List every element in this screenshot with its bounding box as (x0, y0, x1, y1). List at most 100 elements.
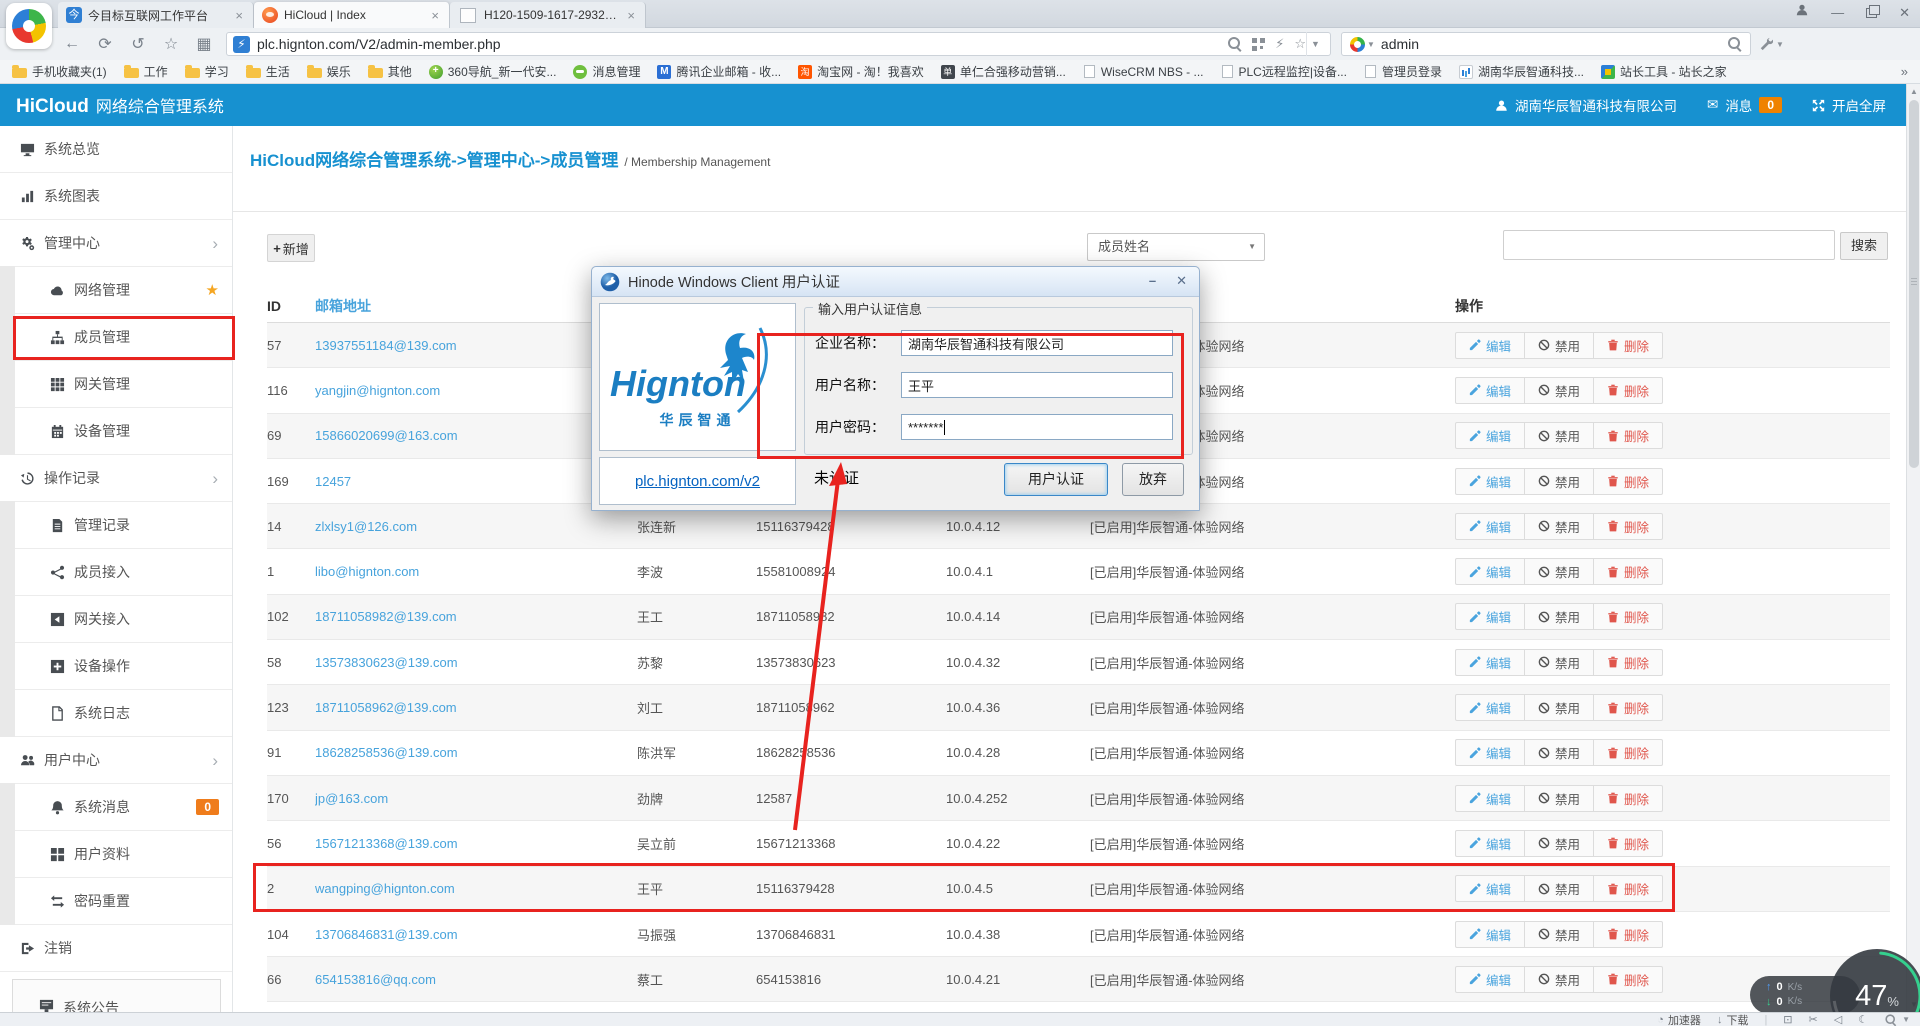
table-row[interactable]: 2 wangping@hignton.com 王平 15116379428 10… (267, 867, 1890, 912)
address-bar[interactable]: ⚡ plc.hignton.com/V2/admin-member.php ⚡ … (226, 32, 1331, 56)
delete-button[interactable]: 删除 (1594, 603, 1663, 630)
disable-button[interactable]: 禁用 (1525, 921, 1594, 948)
cell-email-link[interactable]: 18711058982@139.com (315, 609, 637, 624)
authenticate-button[interactable]: 用户认证 (1004, 463, 1108, 496)
download-button[interactable]: ↓ 下载 (1717, 1012, 1749, 1026)
zoom-icon[interactable] (1228, 37, 1242, 51)
edit-button[interactable]: 编辑 (1455, 422, 1525, 449)
edit-button[interactable]: 编辑 (1455, 921, 1525, 948)
bookmark-item[interactable]: 360导航_新一代安... (429, 63, 557, 80)
sidebar-item-成员管理[interactable]: 成员管理 (0, 314, 232, 361)
sidebar-item-注销[interactable]: 注销 (0, 925, 232, 972)
url-dropdown-icon[interactable]: ▼ (1306, 32, 1324, 56)
disable-button[interactable]: 禁用 (1525, 875, 1594, 902)
cell-email-link[interactable]: 18628258536@139.com (315, 745, 637, 760)
edit-button[interactable]: 编辑 (1455, 377, 1525, 404)
browser-tab[interactable]: H120-1509-1617-2932-77 × (450, 2, 646, 28)
scroll-up-icon[interactable]: ▲ (1907, 87, 1920, 96)
bookmarks-overflow-icon[interactable]: » (1901, 64, 1908, 79)
bookmark-item[interactable]: 湖南华辰智通科技... (1459, 63, 1584, 80)
bookmark-item[interactable]: 消息管理 (573, 63, 640, 80)
accelerator-button[interactable]: ◔ 加速器 (1657, 1012, 1701, 1026)
table-row[interactable]: 1 libo@hignton.com 李波 15581008924 10.0.4… (267, 549, 1890, 594)
bookmark-item[interactable]: 手机收藏夹(1) (12, 63, 107, 80)
disable-button[interactable]: 禁用 (1525, 468, 1594, 495)
delete-button[interactable]: 删除 (1594, 875, 1663, 902)
cell-email-link[interactable]: 18711058962@139.com (315, 700, 637, 715)
sidebar-item-设备操作[interactable]: 设备操作 (0, 643, 232, 690)
lightning-icon[interactable]: ⚡ (1275, 36, 1284, 52)
bookmark-item[interactable]: PLC远程监控|设备... (1221, 63, 1347, 80)
table-row[interactable]: 123 18711058962@139.com 刘工 18711058962 1… (267, 685, 1890, 730)
delete-button[interactable]: 删除 (1594, 558, 1663, 585)
cell-email-link[interactable]: 15671213368@139.com (315, 836, 637, 851)
bookmark-item[interactable]: 管理员登录 (1364, 63, 1442, 80)
search-button[interactable]: 搜索 (1840, 232, 1888, 260)
company-menu[interactable]: 湖南华辰智通科技有限公司 (1495, 95, 1677, 115)
disable-button[interactable]: 禁用 (1525, 603, 1594, 630)
disable-button[interactable]: 禁用 (1525, 785, 1594, 812)
dialog-titlebar[interactable]: Hinode Windows Client 用户认证 – ✕ (592, 267, 1199, 297)
bookmark-item[interactable]: 工作 (124, 63, 168, 80)
bookmark-item[interactable]: 淘宝网 - 淘！我喜欢 (798, 63, 924, 80)
table-row[interactable]: 102 18711058982@139.com 王工 18711058982 1… (267, 595, 1890, 640)
sidebar-item-系统公告[interactable]: 系统公告 (12, 979, 221, 1012)
table-row[interactable]: 58 13573830623@139.com 苏黎 13573830623 10… (267, 640, 1890, 685)
cell-email-link[interactable]: yangjin@hignton.com (315, 383, 637, 398)
announce-icon[interactable]: ◁ (1834, 1013, 1842, 1026)
bookmark-item[interactable]: 生活 (246, 63, 290, 80)
delete-button[interactable]: 删除 (1594, 422, 1663, 449)
search-box[interactable]: ▼ admin (1341, 32, 1751, 56)
page-scrollbar[interactable]: ▲ ▼ (1906, 84, 1920, 1012)
cell-email-link[interactable]: 654153816@qq.com (315, 972, 637, 987)
cell-email-link[interactable]: 15866020699@163.com (315, 428, 637, 443)
bookmark-item[interactable]: 娱乐 (307, 63, 351, 80)
messages-menu[interactable]: ✉ 消息 0 (1707, 95, 1782, 115)
cell-email-link[interactable]: zlxlsy1@126.com (315, 519, 637, 534)
edit-button[interactable]: 编辑 (1455, 468, 1525, 495)
night-mode-icon[interactable]: ☾ (1858, 1013, 1868, 1026)
back-icon[interactable]: ← (62, 35, 82, 53)
restore-icon[interactable]: ↺ (128, 34, 148, 54)
sidebar-item-系统总览[interactable]: 系统总览 (0, 126, 232, 173)
browser-account-icon[interactable] (1795, 3, 1809, 22)
disable-button[interactable]: 禁用 (1525, 513, 1594, 540)
reload-icon[interactable]: ⟳ (95, 34, 115, 54)
sidebar-item-系统日志[interactable]: 系统日志 (0, 690, 232, 737)
tab-close-icon[interactable]: × (233, 8, 245, 23)
cell-email-link[interactable]: 13706846831@139.com (315, 927, 637, 942)
delete-button[interactable]: 删除 (1594, 468, 1663, 495)
sidebar-item-密码重置[interactable]: 密码重置 (0, 878, 232, 925)
sidebar-item-系统消息[interactable]: 系统消息 0 (0, 784, 232, 831)
cell-email-link[interactable]: 13573830623@139.com (315, 655, 637, 670)
add-member-button[interactable]: +新增 (267, 234, 315, 262)
disable-button[interactable]: 禁用 (1525, 694, 1594, 721)
delete-button[interactable]: 删除 (1594, 649, 1663, 676)
cell-email-link[interactable]: libo@hignton.com (315, 564, 637, 579)
disable-button[interactable]: 禁用 (1525, 377, 1594, 404)
dialog-minimize-icon[interactable]: – (1149, 273, 1156, 289)
maximize-button[interactable] (1866, 8, 1877, 18)
bookmark-item[interactable]: 其他 (368, 63, 412, 80)
delete-button[interactable]: 删除 (1594, 830, 1663, 857)
close-button[interactable]: ✕ (1899, 4, 1910, 22)
url-text[interactable]: plc.hignton.com/V2/admin-member.php (257, 36, 1228, 52)
disable-button[interactable]: 禁用 (1525, 739, 1594, 766)
sidebar-item-管理记录[interactable]: 管理记录 (0, 502, 232, 549)
abandon-button[interactable]: 放弃 (1122, 463, 1184, 496)
bookmark-item[interactable]: 站长工具 - 站长之家 (1601, 63, 1727, 80)
disable-button[interactable]: 禁用 (1525, 966, 1594, 993)
edit-button[interactable]: 编辑 (1455, 558, 1525, 585)
screenshot-icon[interactable]: ⊡ (1783, 1013, 1792, 1026)
member-search-input[interactable] (1503, 230, 1835, 260)
disable-button[interactable]: 禁用 (1525, 830, 1594, 857)
delete-button[interactable]: 删除 (1594, 739, 1663, 766)
edit-button[interactable]: 编辑 (1455, 966, 1525, 993)
bookmark-item[interactable]: 腾讯企业邮箱 - 收... (657, 63, 781, 80)
cell-email-link[interactable]: jp@163.com (315, 791, 637, 806)
qr-code-icon[interactable] (1252, 38, 1265, 51)
delete-button[interactable]: 删除 (1594, 377, 1663, 404)
browser-tab[interactable]: HiCloud | Index × (254, 2, 450, 28)
disable-button[interactable]: 禁用 (1525, 422, 1594, 449)
disable-button[interactable]: 禁用 (1525, 558, 1594, 585)
